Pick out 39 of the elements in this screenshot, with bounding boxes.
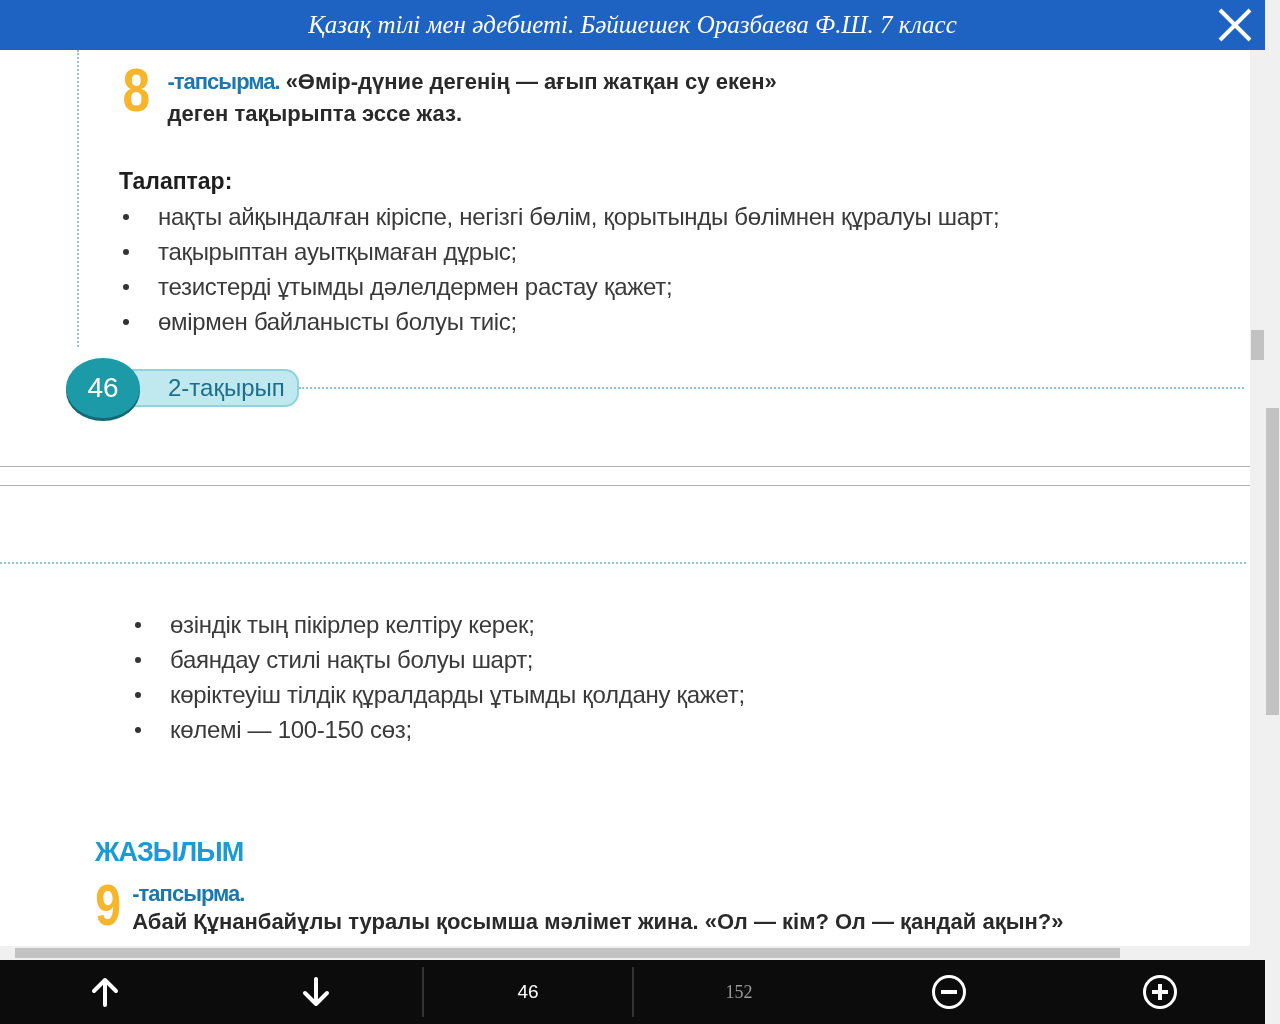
task-number: 8 [122, 62, 151, 118]
close-button[interactable] [1217, 7, 1253, 43]
task-text: Абай Құнанбайұлы туралы қосымша мәлімет жина. «Ол — кім? Ол — қандай ақын?» [132, 908, 1064, 936]
bullet-icon [135, 621, 141, 628]
list-item-text: баяндау стилі нақты болуы шарт; [170, 645, 534, 674]
bullet-icon [123, 318, 129, 325]
task-label: -тапсырма. [132, 880, 246, 908]
task-text: деген тақырыпта эссе жаз. [167, 101, 463, 126]
list-item-text: тезистерді ұтымды дәлелдермен растау қажет; [158, 272, 673, 301]
list-item-text: нақты айқындалған кіріспе, негізгі бөлім, қорытынды бөлімнен құралуы шарт; [158, 202, 1000, 231]
current-page-number: 46 [517, 981, 539, 1003]
total-pages: 152 [725, 981, 753, 1003]
list-item-text: көріктеуіш тілдік құралдарды ұтымды қолдану қажет; [170, 680, 745, 709]
bullet-icon [135, 656, 141, 663]
task-text: «Өмір-дүние дегенің — ағып жатқан су екен» [285, 69, 777, 94]
bullet-icon [123, 283, 129, 290]
list-item-text: көлемі — 100-150 сөз; [170, 715, 412, 744]
horizontal-scrollbar[interactable] [0, 946, 1250, 960]
bullet-icon [123, 213, 129, 220]
list-item-text: өмірмен байланысты болуы тиіс; [158, 307, 517, 336]
page-number-badge: 46 [66, 358, 140, 418]
window-title: Қазақ тілі мен әдебиеті. Бәйшешек Оразбаева Ф.Ш. 7 класс [308, 11, 957, 39]
scrollbar-thumb[interactable] [1266, 408, 1279, 715]
task-number: 9 [95, 880, 122, 930]
scrollbar-thumb[interactable] [15, 948, 1120, 958]
vertical-scrollbar[interactable] [1250, 50, 1265, 960]
page-scrollbar[interactable] [1265, 0, 1280, 1024]
requirements-heading: Талаптар: [119, 168, 234, 195]
bullet-icon [135, 726, 141, 733]
list-item-text: өзіндік тың пікірлер келтіру керек; [170, 610, 535, 639]
list-item-text: тақырыптан ауытқымаған дұрыс; [158, 237, 517, 266]
bullet-icon [123, 248, 129, 255]
section-heading: ЖАЗЫЛЫМ [95, 837, 245, 868]
scrollbar-thumb[interactable] [1251, 330, 1264, 360]
zoom-out-icon [930, 974, 967, 1010]
task-label: -тапсырма. [167, 69, 280, 94]
bullet-icon [135, 691, 141, 698]
zoom-in-icon [1141, 974, 1178, 1010]
close-icon [1217, 7, 1253, 43]
